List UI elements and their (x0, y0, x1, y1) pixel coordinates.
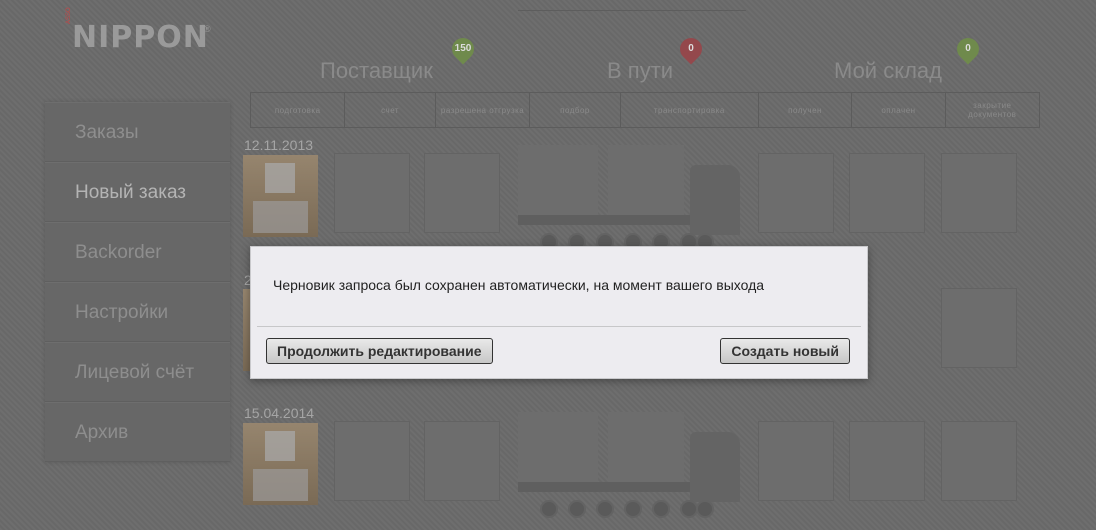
count-badge-supplier-value: 150 (454, 43, 472, 54)
step-documents-closing: закрытие документов (968, 101, 1017, 119)
status-placeholder (849, 421, 925, 501)
stage-title-my-warehouse: Мой склад (834, 58, 942, 83)
status-placeholder (334, 421, 410, 501)
step-shipment-allowed: разрешена отгрузка (436, 93, 531, 127)
status-placeholder (424, 153, 500, 233)
logo-registered-mark: ® (204, 24, 211, 34)
sidebar-item-archive[interactable]: Архив (45, 402, 230, 462)
status-placeholder (424, 421, 500, 501)
sidebar: Заказы Новый заказ Backorder Настройки Л… (45, 102, 230, 462)
create-new-button[interactable]: Создать новый (720, 338, 850, 364)
step-transportation: транспортировка (621, 93, 759, 127)
sidebar-item-orders[interactable]: Заказы (45, 102, 230, 162)
step-picking: подбор (530, 93, 621, 127)
continue-editing-button[interactable]: Продолжить редактирование (266, 338, 493, 364)
step-preparation: подготовка (251, 93, 346, 127)
order-box-image[interactable] (243, 155, 318, 237)
count-badge-supplier: 150 (447, 33, 479, 65)
stage-title-supplier: Поставщик (320, 58, 433, 83)
status-placeholder (941, 421, 1017, 501)
sidebar-item-account[interactable]: Лицевой счёт (45, 342, 230, 402)
count-badge-my-warehouse-value: 0 (965, 43, 971, 54)
dialog-message: Черновик запроса был сохранен автоматиче… (273, 277, 765, 293)
draft-saved-dialog: Черновик запроса был сохранен автоматиче… (250, 246, 868, 379)
order-box-image[interactable] (243, 423, 318, 505)
status-placeholder (758, 421, 834, 501)
status-placeholder (849, 153, 925, 233)
count-badge-in-transit-value: 0 (688, 43, 694, 54)
sidebar-item-settings[interactable]: Настройки (45, 282, 230, 342)
dialog-divider (257, 326, 861, 327)
logo-text: NIPPON (72, 20, 209, 55)
status-placeholder (941, 153, 1017, 233)
sidebar-item-new-order[interactable]: Новый заказ (45, 162, 230, 222)
status-placeholder (334, 153, 410, 233)
truck-icon (518, 412, 740, 518)
status-placeholder (758, 153, 834, 233)
order-date: 15.04.2014 (244, 405, 315, 421)
stage-title-in-transit: В пути (607, 58, 674, 83)
count-badge-in-transit: 0 (675, 33, 707, 65)
top-divider (518, 10, 746, 11)
truck-icon (518, 145, 740, 251)
order-steps-header: подготовка счет разрешена отгрузка подбо… (250, 92, 1040, 128)
step-received: получен (759, 93, 853, 127)
sidebar-item-backorder[interactable]: Backorder (45, 222, 230, 282)
status-placeholder (941, 288, 1017, 368)
step-paid: оплачен (852, 93, 946, 127)
step-invoice: счет (345, 93, 436, 127)
count-badge-my-warehouse: 0 (952, 33, 984, 65)
order-date: 12.11.2013 (244, 137, 314, 153)
